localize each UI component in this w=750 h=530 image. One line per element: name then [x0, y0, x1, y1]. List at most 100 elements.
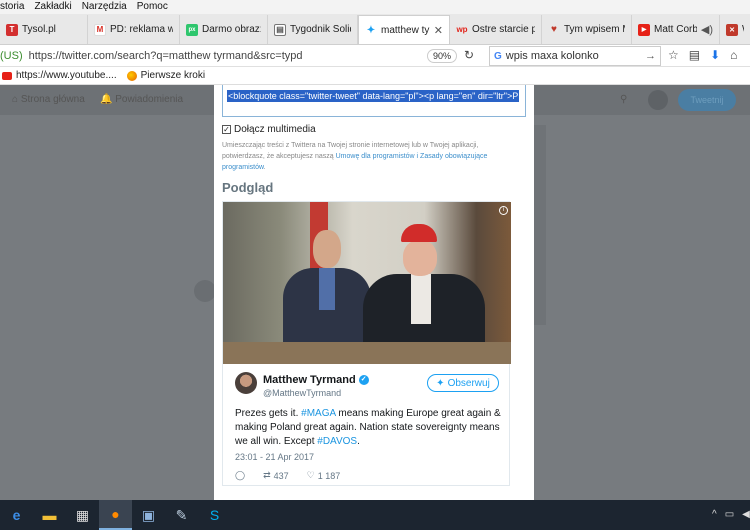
edge-icon[interactable]: e: [0, 500, 33, 530]
tab-wp[interactable]: wp Ostre starcie poli: [450, 15, 542, 44]
background-column: [534, 125, 546, 325]
tab-label: PD: reklama w ar: [110, 24, 173, 35]
bookmarks-bar: https://www.youtube.... Pierwsze kroki: [0, 67, 750, 85]
home-icon[interactable]: ⌂: [730, 48, 737, 62]
chevron-up-icon[interactable]: ^: [712, 509, 717, 520]
author-handle[interactable]: @MatthewTyrmand: [263, 388, 341, 398]
tweet-actions: ◯ ⇄ 437 ♡ 1 187: [235, 470, 340, 481]
profile-avatar[interactable]: [648, 90, 668, 110]
retweet-icon: ⇄: [263, 470, 271, 480]
address-bar[interactable]: (US) https://twitter.com/search?q=matthe…: [0, 46, 484, 66]
windows-taskbar: e ▬ ▦ ● ▣ ✎ S ^ ▭ ◀): [0, 500, 750, 530]
tweet-button[interactable]: Tweetnij: [678, 89, 736, 111]
download-icon[interactable]: ⬇: [710, 48, 720, 62]
pin-icon: ♥: [551, 24, 557, 35]
home-nav[interactable]: ⌂ Strona główna: [12, 94, 85, 105]
search-query[interactable]: wpis maxa kolonko: [506, 50, 599, 62]
menu-bar: storia Zakładki Narzędzia Pomoc: [0, 0, 750, 14]
legal-notice: Umieszczając treści z Twittera na Twojej…: [222, 142, 488, 171]
firefox-taskbar-icon[interactable]: ●: [99, 500, 132, 530]
tab-gmail[interactable]: M PD: reklama w ar: [88, 15, 180, 44]
reply-icon[interactable]: ◯: [235, 470, 245, 481]
hashtag-link[interactable]: #MAGA: [301, 408, 335, 419]
author-name[interactable]: Matthew Tyrmand ✓: [263, 374, 369, 386]
heart-icon: ♡: [306, 470, 315, 480]
tab-other[interactable]: ✕ W: [720, 15, 750, 44]
person-shape: [411, 274, 431, 324]
app-icon[interactable]: ▣: [132, 500, 165, 530]
twitter-bird-icon: ✦: [436, 377, 445, 389]
follow-button[interactable]: ✦ Obserwuj: [427, 374, 499, 392]
tab-label: Darmo obraz: Ka: [202, 24, 261, 35]
red-cap-shape: [401, 224, 437, 242]
bookmark-youtube[interactable]: https://www.youtube....: [2, 70, 117, 81]
editor-icon[interactable]: ✎: [165, 500, 198, 530]
file-explorer-icon[interactable]: ▬: [33, 500, 66, 530]
gmail-icon: M: [94, 23, 106, 36]
store-icon[interactable]: ▦: [66, 500, 99, 530]
tygodnik-icon: ▤: [274, 23, 286, 36]
tab-label: W: [742, 24, 744, 35]
table-shape: [223, 342, 511, 364]
system-tray: ^ ▭ ◀): [712, 509, 750, 520]
menu-history[interactable]: storia: [0, 0, 24, 14]
tab-tysol[interactable]: T Tysol.pl: [0, 15, 88, 44]
person-shape: [313, 230, 341, 268]
skype-icon[interactable]: S: [198, 500, 231, 530]
toolbar-icons: ☆ ▤ ⬇ ⌂: [668, 48, 737, 62]
menu-bookmarks[interactable]: Zakładki: [34, 0, 71, 14]
pixabay-icon: px: [186, 23, 198, 36]
include-media-option[interactable]: ✓ Dołącz multimedia: [222, 124, 316, 135]
bookmark-first-steps[interactable]: Pierwsze kroki: [126, 70, 206, 81]
network-icon[interactable]: ▭: [725, 509, 734, 520]
go-arrow-icon[interactable]: →: [645, 50, 656, 62]
url-text[interactable]: https://twitter.com/search?q=matthew tyr…: [29, 50, 303, 62]
speaker-icon[interactable]: ◀): [742, 509, 750, 520]
tab-label: matthew tyrm: [381, 24, 430, 36]
preview-heading: Podgląd: [222, 180, 274, 195]
tab-label: Matt Corby -: [654, 24, 697, 35]
firefox-icon: [126, 70, 137, 81]
tab-twitter[interactable]: ✦ matthew tyrm ✕: [358, 15, 450, 44]
embed-code-field[interactable]: <blockquote class="twitter-tweet" data-l…: [222, 85, 526, 117]
like-action[interactable]: ♡ 1 187: [307, 470, 341, 481]
tab-label: Tysol.pl: [22, 24, 56, 35]
search-icon[interactable]: ⚲: [620, 94, 627, 105]
zoom-indicator[interactable]: 90%: [427, 49, 457, 63]
retweet-action[interactable]: ⇄ 437: [263, 470, 289, 481]
tweet-timestamp[interactable]: 23:01 - 21 Apr 2017: [235, 452, 314, 462]
avatar[interactable]: [235, 372, 257, 394]
tab-pixabay[interactable]: px Darmo obraz: Ka: [180, 15, 268, 44]
menu-help[interactable]: Pomoc: [137, 0, 168, 14]
include-media-checkbox[interactable]: ✓: [222, 125, 231, 134]
selected-code[interactable]: <blockquote class="twitter-tweet" data-l…: [227, 90, 520, 102]
tab-tygodnik[interactable]: ▤ Tygodnik Solidar: [268, 15, 358, 44]
menu-tools[interactable]: Narzędzia: [82, 0, 127, 14]
tab-youtube[interactable]: ▶ Matt Corby - ◀): [632, 15, 720, 44]
background-avatar: [194, 280, 216, 302]
tweet-text: Prezes gets it. #MAGA means making Europ…: [235, 408, 501, 447]
notifications-nav[interactable]: 🔔 Powiadomienia: [100, 94, 183, 105]
person-shape: [319, 268, 335, 310]
hashtag-link[interactable]: #DAVOS: [317, 436, 357, 447]
tab-wpis[interactable]: ♥ Tym wpisem Ma: [542, 15, 632, 44]
embed-tweet-dialog: <blockquote class="twitter-tweet" data-l…: [214, 85, 534, 500]
youtube-icon: [2, 71, 12, 80]
info-icon[interactable]: i: [499, 206, 508, 215]
person-shape: [403, 240, 437, 276]
tab-label: Tym wpisem Ma: [564, 24, 625, 35]
close-icon[interactable]: ✕: [434, 24, 443, 37]
youtube-icon: ▶: [638, 23, 650, 36]
speaker-icon[interactable]: ◀): [701, 23, 713, 36]
navigation-bar: (US) https://twitter.com/search?q=matthe…: [0, 45, 750, 67]
secure-badge[interactable]: (US): [0, 50, 23, 62]
reading-list-icon[interactable]: ▤: [689, 48, 700, 62]
close-box-icon: ✕: [726, 23, 738, 36]
tweet-photo[interactable]: i: [223, 202, 511, 364]
search-input[interactable]: G wpis maxa kolonko →: [489, 46, 661, 66]
twitter-icon: ✦: [366, 24, 376, 36]
bookmark-star-icon[interactable]: ☆: [668, 48, 679, 62]
reload-icon[interactable]: ↻: [464, 48, 474, 62]
bookmark-label: https://www.youtube....: [16, 70, 117, 81]
bookmark-label: Pierwsze kroki: [140, 70, 206, 81]
